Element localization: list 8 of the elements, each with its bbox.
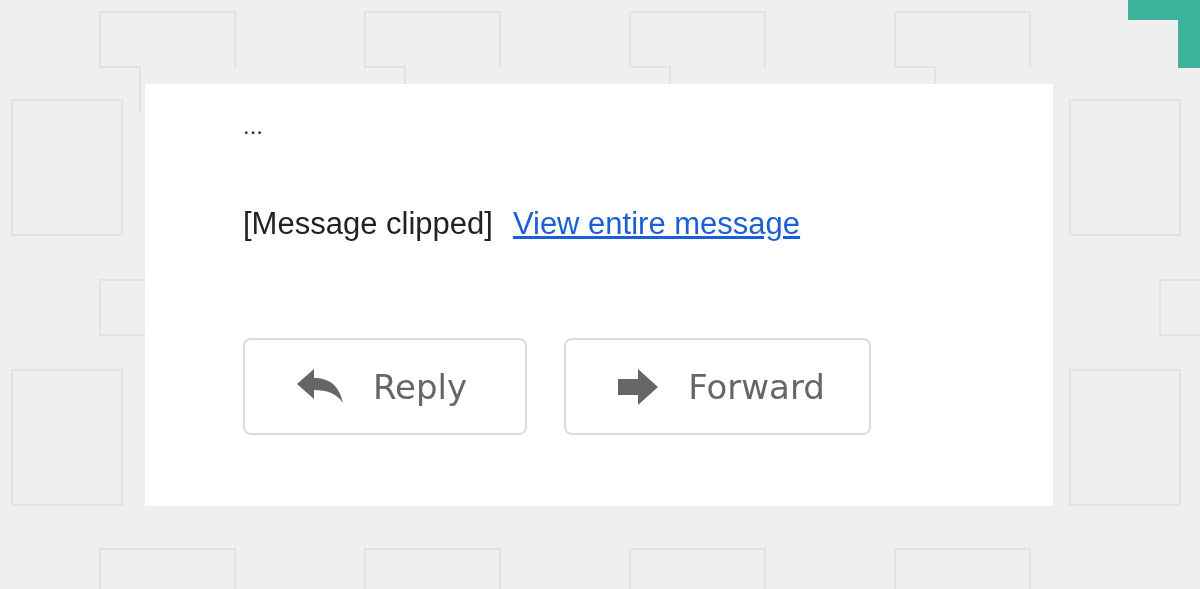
reply-button[interactable]: Reply bbox=[243, 338, 528, 435]
ellipsis-text: ... bbox=[243, 114, 264, 141]
view-message-link[interactable]: View entire message bbox=[512, 206, 801, 242]
corner-accent-drawing bbox=[1128, 0, 1200, 68]
arrow-right-icon bbox=[618, 368, 659, 405]
forward-button[interactable]: Forward bbox=[564, 338, 871, 435]
reply-icon bbox=[297, 368, 343, 405]
clipped-note: [Message clipped] bbox=[243, 206, 493, 242]
